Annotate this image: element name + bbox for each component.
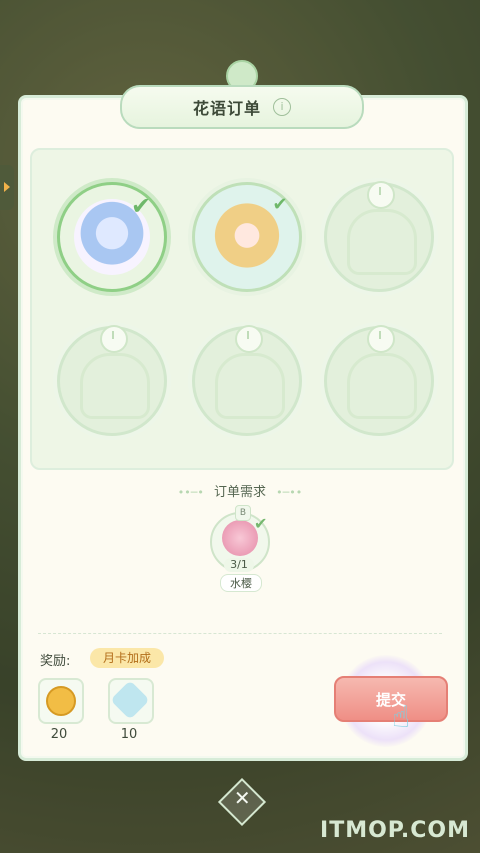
coin-icon [46, 686, 76, 716]
check-icon: ✔ [130, 192, 152, 220]
coin-reward[interactable] [38, 678, 84, 724]
character-slot-2[interactable]: ✔ [192, 182, 302, 292]
empty-slot-5 [192, 325, 302, 436]
divider-left-icon: ••─• [177, 486, 204, 499]
slot-emblem [80, 353, 150, 419]
slot-emblem [347, 209, 417, 275]
order-requirement-header: ••─• 订单需求 •─•• [0, 481, 480, 500]
character-grid: ✔ ✔ [30, 148, 454, 470]
slot-emblem [347, 353, 417, 419]
empty-slot-3 [324, 181, 434, 292]
clock-icon [367, 181, 395, 209]
empty-slot-4 [57, 325, 167, 436]
clock-icon [367, 325, 395, 353]
order-requirement-title: 订单需求 [213, 485, 266, 500]
item-check-icon: ✔ [254, 514, 268, 533]
tap-hand-icon: ☝ [392, 700, 411, 735]
coin-reward-value: 20 [50, 727, 68, 742]
check-icon: ✔ [272, 193, 288, 215]
item-count: 3/1 [224, 558, 254, 572]
divider-right-icon: •─•• [276, 486, 303, 499]
reward-label: 奖励: [40, 654, 71, 669]
exp-reward[interactable] [108, 678, 154, 724]
empty-slot-6 [324, 325, 434, 436]
character-slot-1[interactable]: ✔ [57, 182, 167, 292]
cherry-tree-icon [222, 520, 258, 556]
watermark: ITMOP.COM [320, 818, 470, 843]
clock-icon [235, 325, 263, 353]
slot-emblem [215, 353, 285, 419]
title-bar: 花语订单 i [120, 85, 364, 129]
divider [38, 633, 442, 634]
exp-icon [110, 680, 150, 720]
panel-title: 花语订单 [192, 99, 261, 118]
item-grade-badge: B [235, 505, 251, 521]
clock-icon [100, 325, 128, 353]
submit-button[interactable]: 提交 [334, 676, 448, 722]
close-icon: ✕ [233, 786, 251, 811]
item-name: 水樱 [220, 574, 262, 592]
exp-reward-value: 10 [120, 727, 138, 742]
side-expand-tab[interactable] [0, 165, 14, 210]
info-icon[interactable]: i [273, 98, 291, 116]
monthly-card-bonus-tag: 月卡加成 [90, 648, 164, 668]
